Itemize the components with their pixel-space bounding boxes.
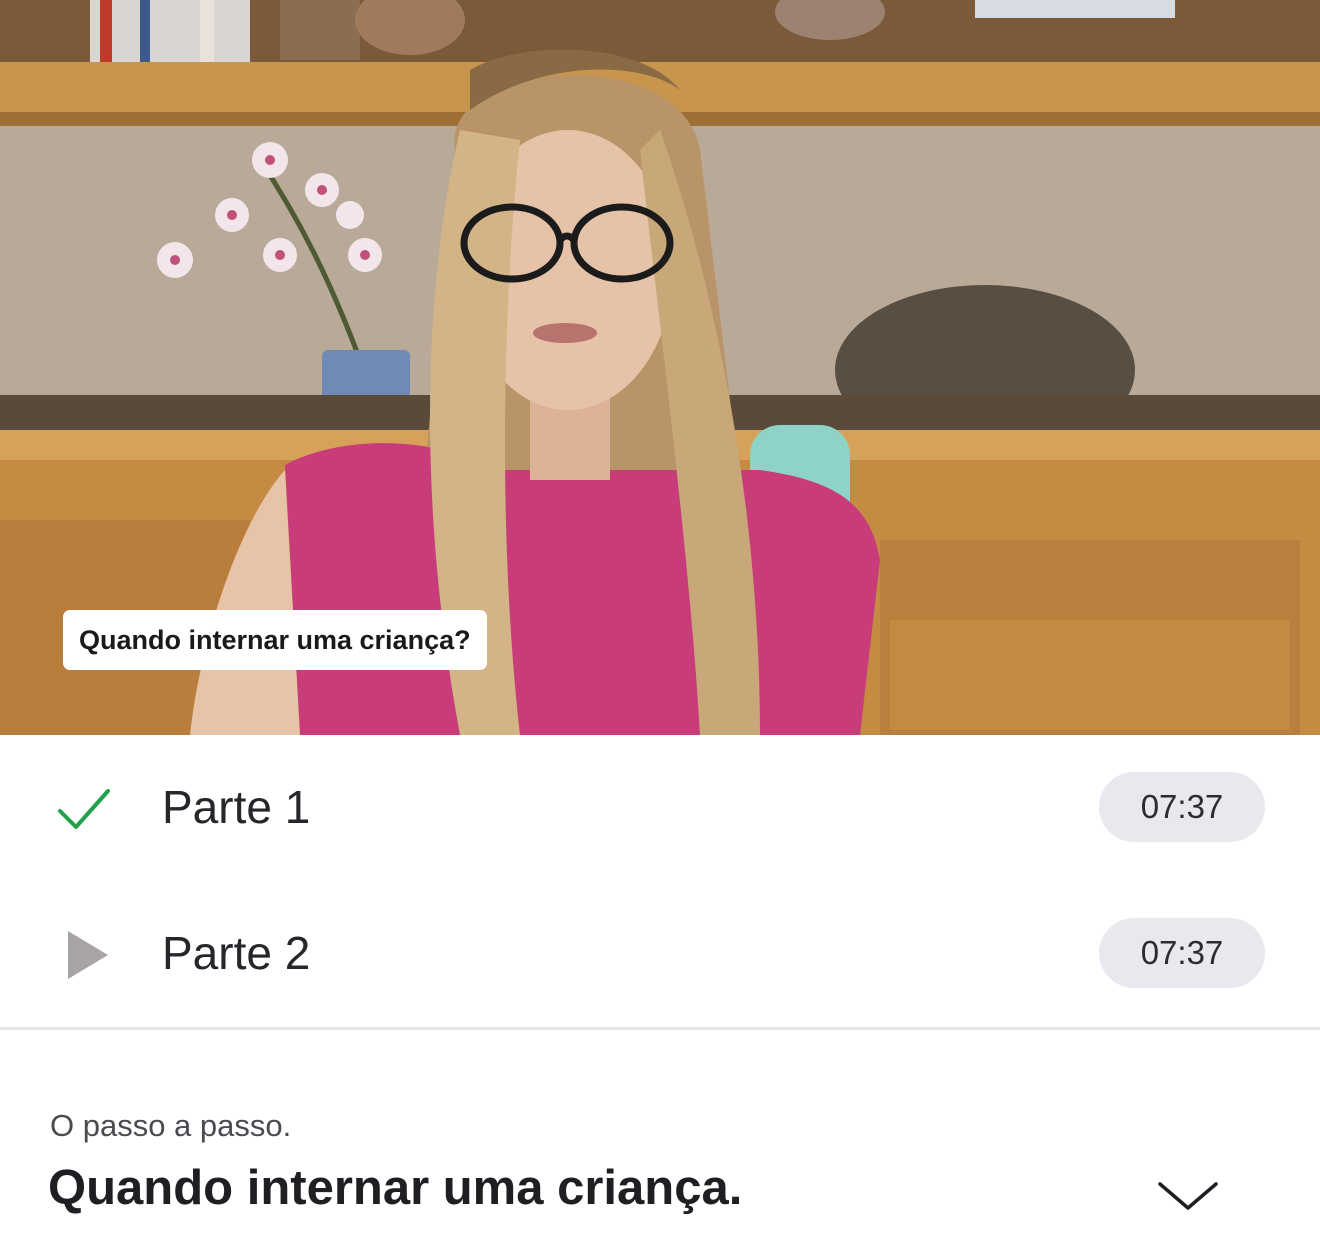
part-label: Parte 2 [162, 927, 311, 979]
part-row-2[interactable]: Parte 2 07:37 [0, 881, 1320, 1027]
play-icon [52, 923, 116, 987]
part-label: Parte 1 [162, 781, 311, 833]
part-row-1[interactable]: Parte 1 07:37 [0, 735, 1320, 881]
video-player[interactable]: Quando internar uma criança? [0, 0, 1320, 735]
check-icon [52, 777, 116, 841]
duration-badge: 07:37 [1099, 772, 1265, 842]
video-caption: Quando internar uma criança? [63, 610, 487, 670]
lesson-title: Quando internar uma criança. [48, 1161, 743, 1215]
section-divider [0, 1027, 1320, 1030]
lesson-page: Quando internar uma criança? Parte 1 07:… [0, 0, 1320, 1239]
chevron-down-icon[interactable] [1152, 1170, 1224, 1220]
duration-badge: 07:37 [1099, 918, 1265, 988]
lesson-subtitle: O passo a passo. [50, 1108, 292, 1143]
